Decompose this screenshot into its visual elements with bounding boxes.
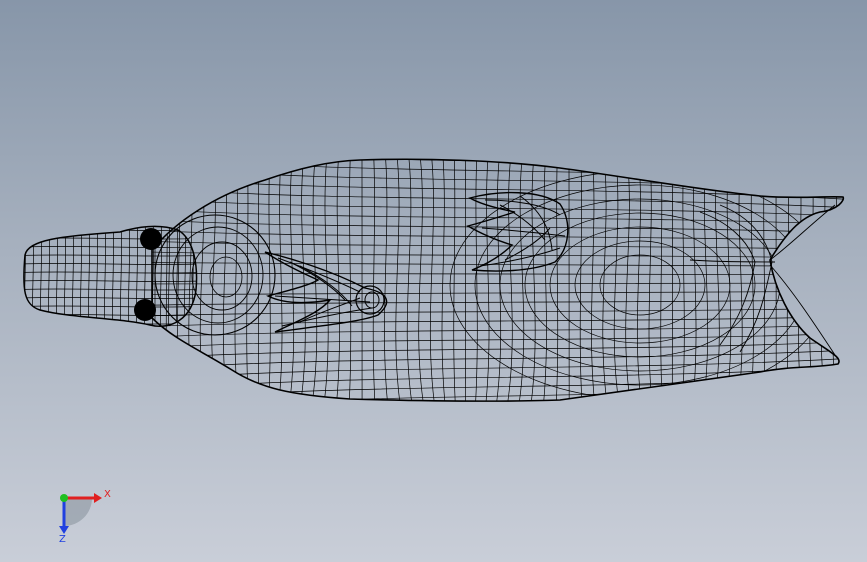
x-axis-arrow <box>94 493 102 503</box>
neck-ring-inner <box>191 241 253 311</box>
x-axis-label: X <box>104 489 111 500</box>
body-grid-lines <box>152 159 844 402</box>
wireframe-model[interactable] <box>0 0 867 562</box>
right-wing <box>466 191 569 272</box>
neck-ring-mid <box>172 226 264 324</box>
body-mesh <box>151 158 845 402</box>
axis-triad[interactable]: X Z <box>50 484 120 544</box>
right-eye <box>134 299 156 321</box>
triad-shadow <box>64 498 92 526</box>
left-eye <box>140 228 162 250</box>
tail-mesh <box>689 204 836 356</box>
graphics-viewport[interactable]: X Z <box>0 0 867 562</box>
z-axis-label: Z <box>59 534 66 544</box>
z-axis-arrow <box>59 526 69 534</box>
y-axis-dot <box>60 494 68 502</box>
